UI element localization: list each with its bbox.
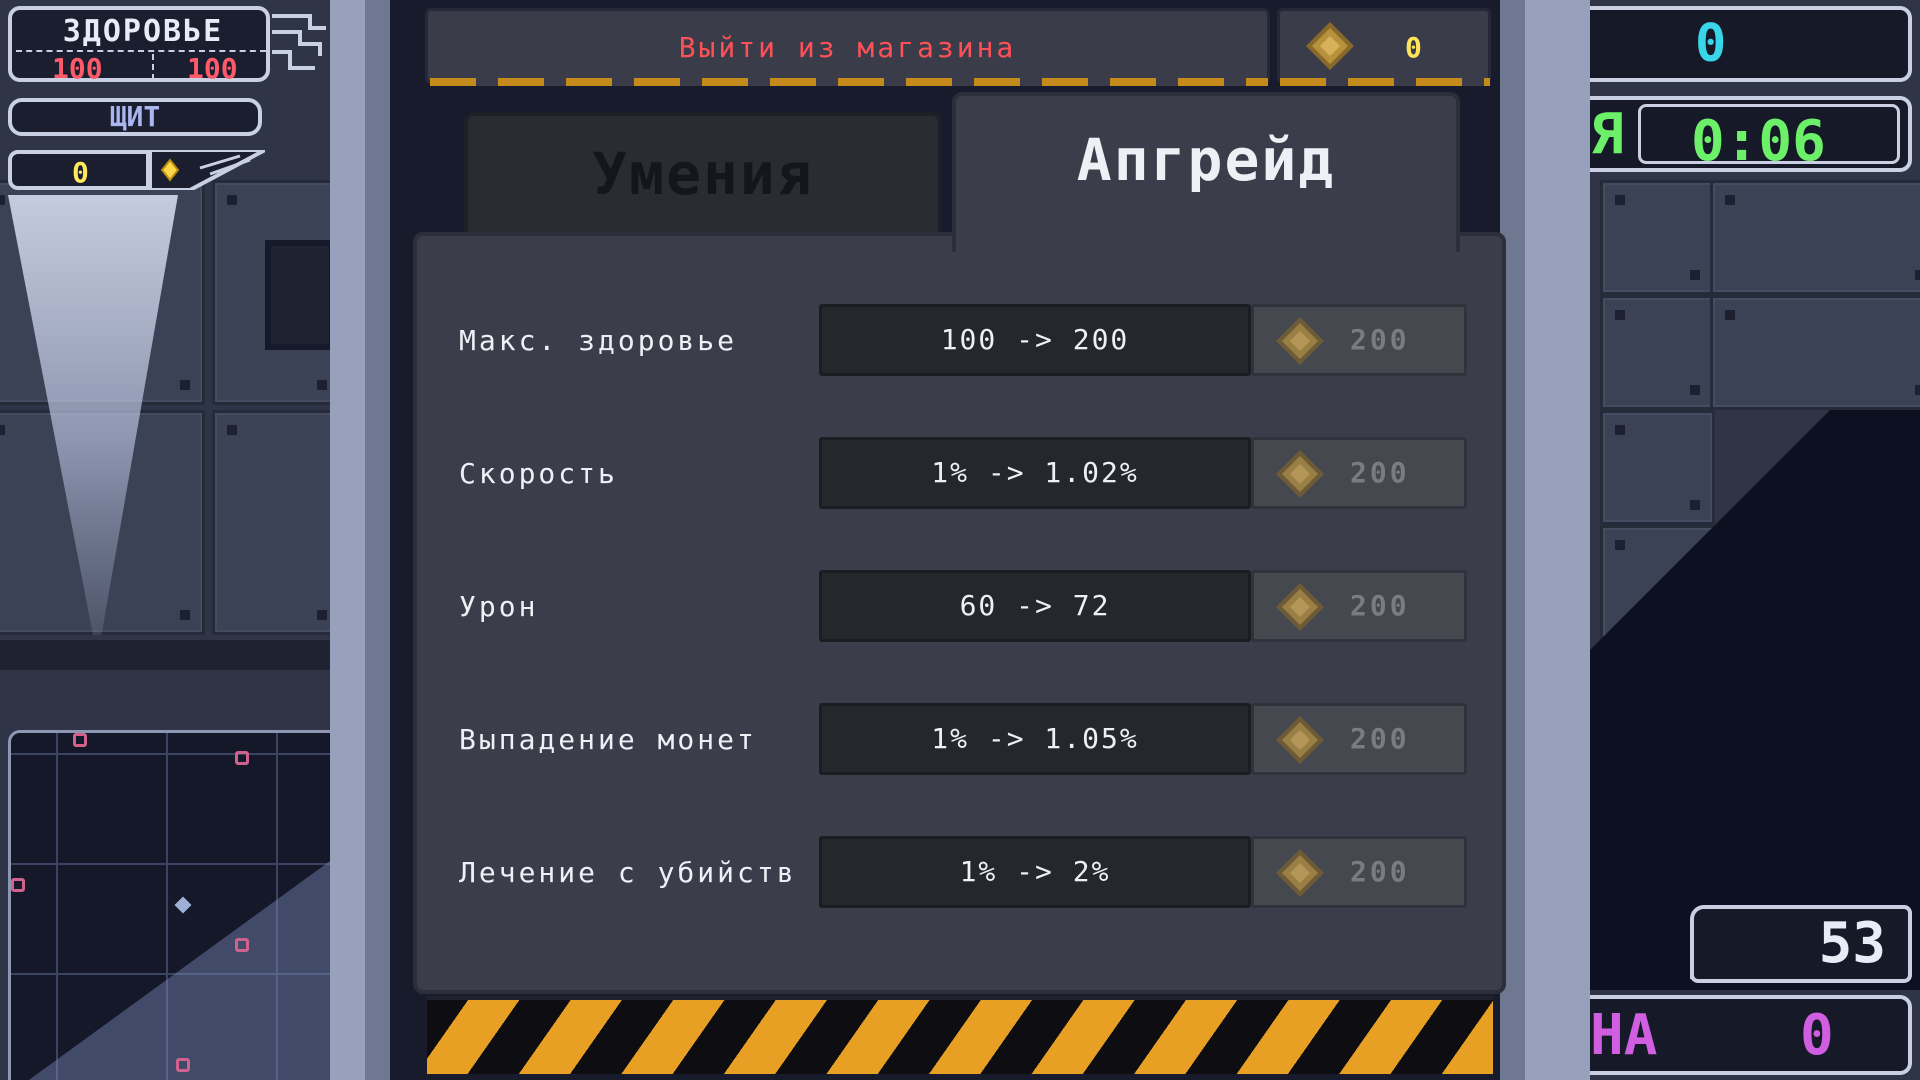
hazard-trim: [1280, 78, 1490, 86]
wall-vent: [265, 240, 330, 350]
timer-value: 0:06: [1691, 109, 1826, 174]
upgrade-name: Лечение с убийств: [459, 856, 797, 889]
score-panel: 0: [1590, 6, 1912, 82]
shield-label: ЩИТ: [109, 100, 161, 133]
upgrade-price: 200: [1350, 589, 1410, 622]
health-panel: ЗДОРОВЬЕ 100 100: [8, 6, 270, 85]
shop-coin-balance: 0: [1277, 8, 1491, 84]
shop-coin-count: 0: [1405, 31, 1422, 64]
pillar: [1525, 0, 1590, 1080]
upgrade-value-box: 1% -> 1.02%: [819, 437, 1251, 509]
health-max: 100: [187, 52, 238, 85]
wave-label: НА: [1590, 1003, 1658, 1068]
tab-upgrade[interactable]: Апгрейд: [952, 92, 1460, 252]
coin-icon: [1276, 583, 1324, 631]
hazard-stripe-bar: [427, 996, 1493, 1074]
timer-frame: 0:06: [1638, 104, 1900, 174]
coin-icon: [1276, 317, 1324, 365]
upgrade-change: 100 -> 200: [940, 323, 1130, 356]
circuit-decoration-icon: [272, 14, 326, 70]
coin-icon: [150, 150, 265, 190]
upgrade-price: 200: [1350, 855, 1410, 888]
coins-count: 0: [72, 156, 89, 189]
upgrade-value-box: 1% -> 1.05%: [819, 703, 1251, 775]
tab-skills-label: Умения: [592, 140, 814, 208]
upgrade-value-box: 1% -> 2%: [819, 836, 1251, 908]
upgrade-price: 200: [1350, 323, 1410, 356]
upgrade-change: 1% -> 1.05%: [931, 722, 1139, 755]
upgrade-name: Скорость: [459, 457, 618, 490]
exit-shop-label: Выйти из магазина: [678, 31, 1017, 64]
buy-button[interactable]: 200: [1251, 703, 1467, 775]
wall-panel: [1600, 180, 1715, 295]
coins-panel: 0: [8, 150, 150, 190]
minimap-enemy-marker: [235, 938, 249, 952]
upgrade-price: 200: [1350, 722, 1410, 755]
wall-panel: [1710, 295, 1920, 410]
wall-panel: [212, 410, 330, 635]
counter-value: 53: [1818, 911, 1886, 976]
wave-value: 0: [1800, 1003, 1834, 1068]
exit-shop-button[interactable]: Выйти из магазина: [425, 8, 1270, 84]
upgrade-change: 1% -> 2%: [959, 855, 1111, 888]
coin-icon: [1276, 849, 1324, 897]
tab-skills[interactable]: Умения: [464, 112, 942, 252]
minimap: [8, 730, 330, 1080]
upgrade-row-damage: Урон 60 -> 72 200: [417, 570, 1502, 642]
minimap-enemy-marker: [73, 733, 87, 747]
pillar: [365, 0, 390, 1080]
timer-label: Я: [1590, 102, 1624, 167]
buy-button[interactable]: 200: [1251, 570, 1467, 642]
wave-panel: НА 0: [1590, 995, 1912, 1075]
wall-panel: [1600, 410, 1715, 525]
hazard-trim: [430, 78, 1268, 86]
divider: [152, 54, 154, 80]
minimap-enemy-marker: [235, 751, 249, 765]
shield-panel: ЩИТ: [8, 98, 262, 136]
upgrade-row-speed: Скорость 1% -> 1.02% 200: [417, 437, 1502, 509]
minimap-enemy-marker: [11, 878, 25, 892]
wall-panel: [1600, 295, 1715, 410]
wall-panel: [1710, 180, 1920, 295]
counter-panel: 53: [1690, 905, 1912, 983]
timer-panel: Я 0:06: [1590, 96, 1912, 174]
coin-icon: [1306, 22, 1354, 70]
score-value: 0: [1695, 14, 1727, 74]
coin-icon: [1276, 450, 1324, 498]
buy-button[interactable]: 200: [1251, 836, 1467, 908]
pillar: [330, 0, 365, 1080]
upgrade-change: 60 -> 72: [959, 589, 1111, 622]
health-current: 100: [52, 52, 103, 85]
floor-strip: [0, 640, 330, 670]
upgrade-name: Урон: [459, 590, 539, 623]
upgrade-value-box: 100 -> 200: [819, 304, 1251, 376]
upgrade-value-box: 60 -> 72: [819, 570, 1251, 642]
buy-button[interactable]: 200: [1251, 437, 1467, 509]
coin-icon: [1276, 716, 1324, 764]
buy-button[interactable]: 200: [1251, 304, 1467, 376]
upgrade-panel: Макс. здоровье 100 -> 200 200 Скорость 1…: [413, 232, 1506, 994]
upgrade-row-coin-drop: Выпадение монет 1% -> 1.05% 200: [417, 703, 1502, 775]
upgrade-change: 1% -> 1.02%: [931, 456, 1139, 489]
minimap-enemy-marker: [176, 1058, 190, 1072]
upgrade-name: Макс. здоровье: [459, 324, 738, 357]
tab-upgrade-label: Апгрейд: [1076, 126, 1336, 194]
upgrade-price: 200: [1350, 456, 1410, 489]
upgrade-row-kill-heal: Лечение с убийств 1% -> 2% 200: [417, 836, 1502, 908]
health-title: ЗДОРОВЬЕ: [62, 14, 224, 49]
upgrade-row-max-health: Макс. здоровье 100 -> 200 200: [417, 304, 1502, 376]
upgrade-name: Выпадение монет: [459, 723, 757, 756]
